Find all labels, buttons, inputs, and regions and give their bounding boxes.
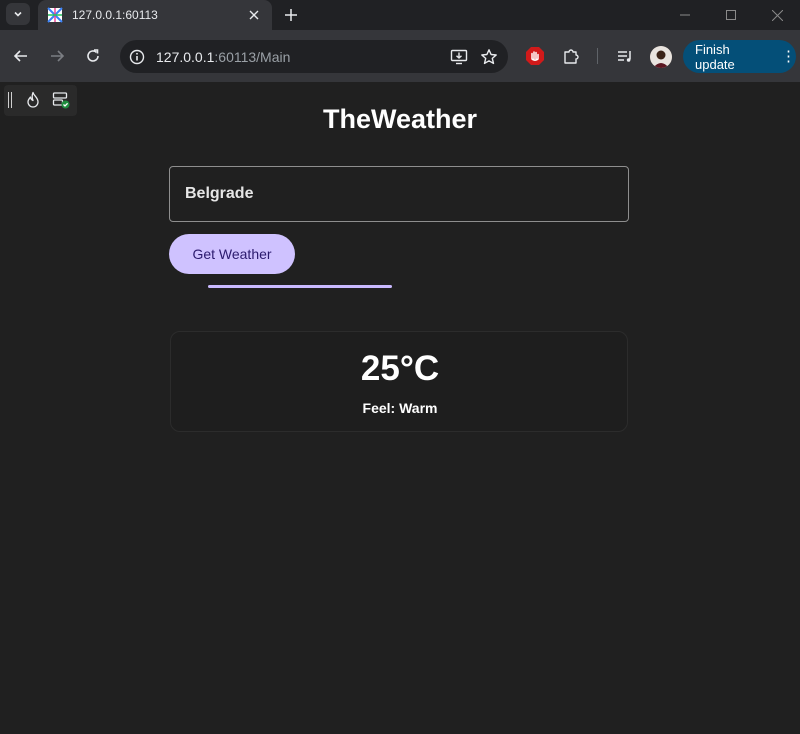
browser-toolbar: 127.0.0.1:60113/Main bbox=[0, 30, 800, 82]
extensions-button[interactable] bbox=[559, 44, 583, 68]
star-icon bbox=[481, 48, 497, 64]
maximize-button[interactable] bbox=[708, 0, 754, 30]
avatar-image-icon bbox=[650, 46, 672, 68]
puzzle-icon bbox=[564, 49, 579, 64]
forward-icon bbox=[51, 50, 65, 62]
finish-update-button[interactable]: Finish update ⋮ bbox=[683, 40, 796, 73]
url-path: :60113/Main bbox=[214, 48, 291, 65]
site-favicon-icon bbox=[47, 7, 63, 23]
url-host: 127.0.0.1 bbox=[156, 48, 215, 65]
window-close-button[interactable] bbox=[754, 0, 800, 30]
new-tab-button[interactable] bbox=[280, 4, 302, 26]
site-info-button[interactable] bbox=[128, 48, 146, 66]
tab-search-icon bbox=[14, 11, 22, 17]
more-vert-icon: ⋮ bbox=[781, 48, 796, 65]
feel-label: Feel: bbox=[362, 400, 396, 416]
tab-close-button[interactable] bbox=[244, 5, 264, 25]
media-queue-button[interactable] bbox=[613, 44, 637, 68]
minimize-icon bbox=[680, 14, 690, 16]
install-icon bbox=[450, 49, 468, 64]
feel-value: Warm bbox=[399, 400, 438, 416]
install-app-button[interactable] bbox=[448, 46, 470, 68]
media-queue-icon bbox=[618, 51, 631, 62]
forward-button[interactable] bbox=[43, 42, 71, 70]
active-tab[interactable]: 127.0.0.1:60113 bbox=[38, 0, 272, 30]
info-icon bbox=[129, 49, 145, 64]
tab-search-button[interactable] bbox=[6, 3, 30, 25]
plus-icon bbox=[285, 9, 297, 21]
back-icon bbox=[13, 50, 27, 62]
temperature-value: 25°C bbox=[360, 349, 440, 388]
loading-progress-bar bbox=[169, 285, 629, 288]
weather-result-card: 25°C Feel: Warm bbox=[170, 331, 628, 432]
adblock-icon bbox=[526, 47, 544, 65]
reload-icon bbox=[87, 49, 99, 62]
tab-strip: 127.0.0.1:60113 bbox=[0, 0, 800, 30]
minimize-button[interactable] bbox=[662, 0, 708, 30]
tab-title: 127.0.0.1:60113 bbox=[72, 8, 158, 22]
reload-button[interactable] bbox=[79, 42, 107, 70]
profile-avatar[interactable] bbox=[650, 46, 672, 68]
page-title: TheWeather bbox=[322, 104, 478, 134]
get-weather-button[interactable]: Get Weather bbox=[169, 234, 295, 274]
maximize-icon bbox=[726, 10, 736, 20]
adblock-extension-button[interactable] bbox=[523, 44, 547, 68]
feel-text: Feel: Warm bbox=[171, 400, 629, 416]
bookmark-button[interactable] bbox=[478, 46, 500, 68]
back-button[interactable] bbox=[7, 42, 35, 70]
address-bar[interactable]: 127.0.0.1:60113/Main bbox=[120, 40, 508, 73]
city-input[interactable] bbox=[169, 166, 629, 222]
toolbar-separator bbox=[597, 48, 598, 64]
loading-progress-fill bbox=[208, 285, 392, 288]
url-text: 127.0.0.1:60113/Main bbox=[156, 49, 448, 65]
finish-update-label: Finish update bbox=[695, 41, 735, 72]
close-icon bbox=[249, 10, 259, 20]
window-close-icon bbox=[771, 9, 783, 21]
